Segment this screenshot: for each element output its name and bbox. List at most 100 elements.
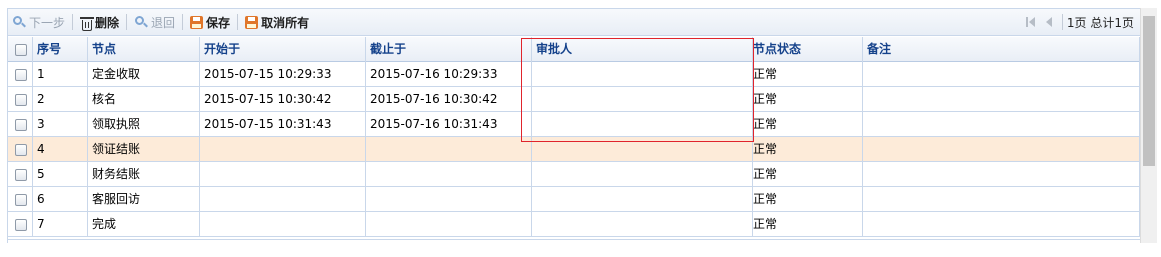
cell-node[interactable]: 核名 bbox=[88, 87, 200, 111]
row-checkbox-cell bbox=[8, 112, 33, 136]
cell-start[interactable]: 2015-07-15 10:31:43 bbox=[200, 112, 366, 136]
cell-seq[interactable]: 6 bbox=[33, 187, 88, 211]
cell-deadline[interactable]: 2015-07-16 10:29:33 bbox=[366, 62, 532, 86]
search-icon bbox=[134, 15, 149, 30]
select-all-checkbox[interactable] bbox=[15, 43, 27, 56]
row-checkbox[interactable] bbox=[15, 68, 27, 81]
row-checkbox-cell bbox=[8, 162, 33, 186]
cell-approver[interactable] bbox=[532, 162, 753, 186]
column-header-node-status[interactable]: 节点状态 bbox=[753, 37, 863, 62]
cell-remark[interactable] bbox=[863, 212, 1140, 236]
save-button[interactable]: 保存 bbox=[186, 12, 234, 32]
cell-start[interactable] bbox=[200, 162, 366, 186]
search-icon bbox=[12, 15, 27, 30]
toolbar-separator bbox=[126, 14, 128, 30]
cell-remark[interactable] bbox=[863, 137, 1140, 161]
page-info: 1页 总计1页 bbox=[1066, 15, 1134, 30]
next-step-button[interactable]: 下一步 bbox=[8, 12, 69, 32]
cell-approver[interactable] bbox=[532, 187, 753, 211]
table-row[interactable]: 2 核名 2015-07-15 10:30:42 2015-07-16 10:30:4… bbox=[8, 87, 1140, 112]
row-checkbox-cell bbox=[8, 87, 33, 111]
back-button[interactable]: 退回 bbox=[130, 12, 179, 32]
cell-node-status[interactable]: 正常 bbox=[753, 62, 863, 86]
cell-remark[interactable] bbox=[863, 187, 1140, 211]
delete-label: 删除 bbox=[95, 15, 120, 30]
row-checkbox[interactable] bbox=[15, 193, 27, 206]
cell-deadline[interactable] bbox=[366, 162, 532, 186]
cell-node-status[interactable]: 正常 bbox=[753, 212, 863, 236]
cell-start[interactable] bbox=[200, 137, 366, 161]
cell-approver[interactable] bbox=[532, 212, 753, 236]
toolbar: 下一步 删除 退回 保存 取消所有 1页 总计1页 bbox=[8, 8, 1140, 36]
cell-node[interactable]: 财务结账 bbox=[88, 162, 200, 186]
cell-node-status[interactable]: 正常 bbox=[753, 162, 863, 186]
delete-button[interactable]: 删除 bbox=[76, 12, 123, 32]
row-checkbox-cell bbox=[8, 137, 33, 161]
row-checkbox[interactable] bbox=[15, 168, 27, 181]
row-checkbox[interactable] bbox=[15, 143, 27, 156]
vertical-scrollbar[interactable] bbox=[1140, 8, 1157, 243]
cell-node[interactable]: 客服回访 bbox=[88, 187, 200, 211]
cell-deadline[interactable]: 2015-07-16 10:30:42 bbox=[366, 87, 532, 111]
toolbar-separator bbox=[72, 14, 74, 30]
row-checkbox[interactable] bbox=[15, 93, 27, 106]
cell-deadline[interactable]: 2015-07-16 10:31:43 bbox=[366, 112, 532, 136]
trash-icon bbox=[80, 16, 95, 31]
row-checkbox-cell bbox=[8, 62, 33, 86]
cell-seq[interactable]: 1 bbox=[33, 62, 88, 86]
table-row[interactable]: 7 完成 正常 bbox=[8, 212, 1140, 237]
cell-start[interactable]: 2015-07-15 10:30:42 bbox=[200, 87, 366, 111]
cell-node[interactable]: 完成 bbox=[88, 212, 200, 236]
first-page-icon[interactable] bbox=[1025, 16, 1036, 28]
column-header-seq[interactable]: 序号 bbox=[33, 37, 88, 62]
cell-start[interactable] bbox=[200, 212, 366, 236]
prev-page-icon[interactable] bbox=[1044, 16, 1054, 28]
column-header-start[interactable]: 开始于 bbox=[200, 37, 366, 62]
row-checkbox[interactable] bbox=[15, 218, 27, 231]
cell-start[interactable]: 2015-07-15 10:29:33 bbox=[200, 62, 366, 86]
cancel-all-button[interactable]: 取消所有 bbox=[241, 12, 313, 32]
cell-approver[interactable] bbox=[532, 62, 753, 86]
cell-approver[interactable] bbox=[532, 112, 753, 136]
table-row[interactable]: 3 领取执照 2015-07-15 10:31:43 2015-07-16 10:31… bbox=[8, 112, 1140, 137]
cell-node-status[interactable]: 正常 bbox=[753, 112, 863, 136]
cell-deadline[interactable] bbox=[366, 212, 532, 236]
cell-node[interactable]: 领取执照 bbox=[88, 112, 200, 136]
cell-node[interactable]: 定金收取 bbox=[88, 62, 200, 86]
cell-approver[interactable] bbox=[532, 137, 753, 161]
row-checkbox[interactable] bbox=[15, 118, 27, 131]
grid-header: 序号 节点 开始于 截止于 审批人 节点状态 备注 bbox=[8, 37, 1140, 62]
column-header-deadline[interactable]: 截止于 bbox=[366, 37, 532, 62]
column-header-approver[interactable]: 审批人 bbox=[532, 37, 753, 62]
toolbar-separator bbox=[182, 14, 184, 30]
cell-approver[interactable] bbox=[532, 87, 753, 111]
cell-remark[interactable] bbox=[863, 62, 1140, 86]
cell-seq[interactable]: 4 bbox=[33, 137, 88, 161]
table-row[interactable]: 6 客服回访 正常 bbox=[8, 187, 1140, 212]
cell-node-status[interactable]: 正常 bbox=[753, 187, 863, 211]
scrollbar-thumb[interactable] bbox=[1143, 16, 1155, 166]
cell-remark[interactable] bbox=[863, 112, 1140, 136]
table-row[interactable]: 4 领证结账 正常 bbox=[8, 137, 1140, 162]
cell-start[interactable] bbox=[200, 187, 366, 211]
cell-node-status[interactable]: 正常 bbox=[753, 87, 863, 111]
cell-deadline[interactable] bbox=[366, 187, 532, 211]
cell-seq[interactable]: 3 bbox=[33, 112, 88, 136]
grid-panel: 下一步 删除 退回 保存 取消所有 1页 总计1页 序号 节点 开始于 截止于 … bbox=[0, 0, 1161, 257]
cell-node-status[interactable]: 正常 bbox=[753, 137, 863, 161]
cell-seq[interactable]: 7 bbox=[33, 212, 88, 236]
save-icon bbox=[190, 15, 204, 29]
next-step-label: 下一步 bbox=[29, 15, 66, 30]
toolbar-separator bbox=[237, 14, 239, 30]
select-all-cell bbox=[8, 37, 33, 62]
cell-seq[interactable]: 2 bbox=[33, 87, 88, 111]
cell-remark[interactable] bbox=[863, 87, 1140, 111]
table-row[interactable]: 1 定金收取 2015-07-15 10:29:33 2015-07-16 10:29… bbox=[8, 62, 1140, 87]
cell-remark[interactable] bbox=[863, 162, 1140, 186]
cell-node[interactable]: 领证结账 bbox=[88, 137, 200, 161]
column-header-node[interactable]: 节点 bbox=[88, 37, 200, 62]
cell-deadline[interactable] bbox=[366, 137, 532, 161]
table-row[interactable]: 5 财务结账 正常 bbox=[8, 162, 1140, 187]
column-header-remark[interactable]: 备注 bbox=[863, 37, 1140, 62]
cell-seq[interactable]: 5 bbox=[33, 162, 88, 186]
